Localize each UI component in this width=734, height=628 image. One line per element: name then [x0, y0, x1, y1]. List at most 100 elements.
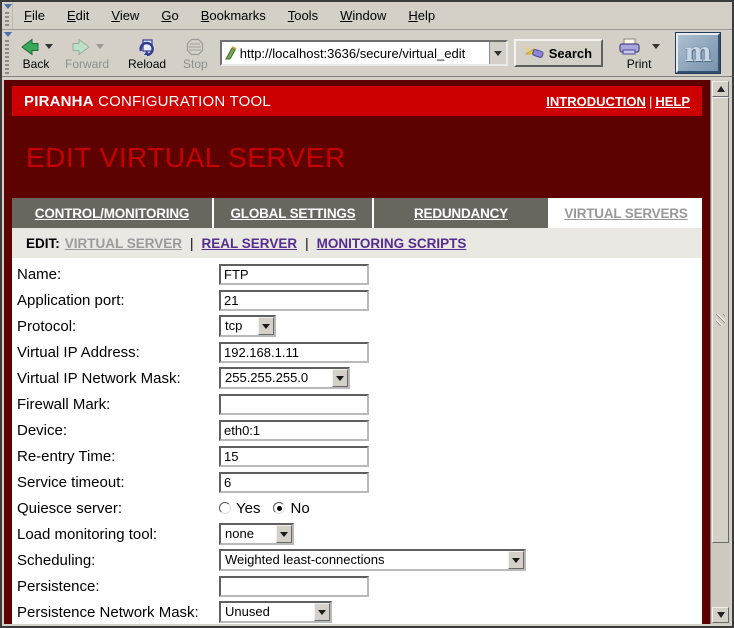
menubar-grip[interactable]	[2, 2, 13, 29]
forward-label: Forward	[65, 58, 109, 71]
scrollbar-thumb[interactable]	[712, 97, 729, 543]
link-separator: |	[646, 94, 655, 109]
form-row: Persistence:	[12, 573, 702, 599]
subnav-separator: |	[297, 236, 317, 251]
subnav-monitoring-scripts-link[interactable]: MONITORING SCRIPTS	[317, 236, 467, 251]
menu-view[interactable]: View	[100, 8, 150, 23]
protocol-select-value: tcp	[221, 317, 258, 335]
stop-label: Stop	[183, 58, 208, 71]
virtual-ip-mask-select[interactable]: 255.255.255.0	[219, 367, 350, 389]
name-input[interactable]	[219, 264, 369, 285]
subnav-virtual-server: VIRTUAL SERVER	[65, 236, 182, 251]
url-page-icon	[224, 46, 237, 60]
tab-control-monitoring[interactable]: CONTROL/MONITORING	[12, 198, 212, 228]
app-title: PIRANHA CONFIGURATION TOOL	[24, 93, 271, 110]
introduction-link[interactable]: INTRODUCTION	[546, 94, 646, 109]
menu-file[interactable]: File	[13, 8, 56, 23]
reentry-time-input[interactable]	[219, 446, 369, 467]
menu-help[interactable]: Help	[397, 8, 446, 23]
menu-tools[interactable]: Tools	[277, 8, 329, 23]
print-icon	[618, 38, 642, 56]
grip-dots-icon	[5, 40, 9, 74]
back-button[interactable]: Back	[14, 34, 58, 73]
form-row: Application port:	[12, 287, 702, 313]
quiesce-radio-group: Yes No	[219, 500, 318, 517]
quiesce-yes-radio[interactable]	[219, 502, 231, 514]
persistence-mask-select[interactable]: Unused	[219, 601, 332, 623]
tab-global-settings[interactable]: GLOBAL SETTINGS	[214, 198, 372, 228]
form-row: Scheduling: Weighted least-connections	[12, 547, 702, 573]
piranha-header-bar: PIRANHA CONFIGURATION TOOL INTRODUCTION|…	[12, 86, 702, 116]
arrow-up-icon	[717, 86, 725, 92]
collapse-arrow-icon	[4, 4, 12, 9]
stop-button[interactable]: Stop	[178, 34, 213, 73]
search-label: Search	[549, 46, 592, 61]
reentry-time-label: Re-entry Time:	[17, 448, 219, 465]
menu-edit[interactable]: Edit	[56, 8, 100, 23]
mozilla-logo-button[interactable]: m	[676, 33, 720, 73]
browser-viewport: PIRANHA CONFIGURATION TOOL INTRODUCTION|…	[4, 80, 730, 624]
print-dropdown-icon[interactable]	[652, 44, 660, 49]
persistence-input[interactable]	[219, 576, 369, 597]
print-button[interactable]: Print	[613, 34, 665, 73]
toolbar-grip[interactable]	[2, 30, 13, 76]
tab-virtual-servers[interactable]: VIRTUAL SERVERS	[550, 198, 702, 228]
scheduling-select[interactable]: Weighted least-connections	[219, 549, 526, 571]
page-title: EDIT VIRTUAL SERVER	[12, 116, 702, 174]
menu-go[interactable]: Go	[150, 8, 189, 23]
virtual-ip-input[interactable]	[219, 342, 369, 363]
mozilla-logo-icon: m	[684, 40, 712, 66]
subnav-real-server-link[interactable]: REAL SERVER	[202, 236, 298, 251]
menu-bar: File Edit View Go Bookmarks Tools Window…	[2, 2, 732, 30]
form-row: Virtual IP Network Mask: 255.255.255.0	[12, 365, 702, 391]
form-row: Quiesce server: Yes No	[12, 495, 702, 521]
load-monitoring-select[interactable]: none	[219, 523, 294, 545]
edit-prefix: EDIT:	[26, 236, 60, 251]
application-port-input[interactable]	[219, 290, 369, 311]
service-timeout-input[interactable]	[219, 472, 369, 493]
help-link[interactable]: HELP	[655, 94, 690, 109]
name-label: Name:	[17, 266, 219, 283]
arrow-down-icon	[717, 612, 725, 618]
menu-bookmarks[interactable]: Bookmarks	[190, 8, 277, 23]
thumb-grip-icon	[716, 314, 725, 326]
vertical-scrollbar[interactable]	[710, 80, 730, 624]
quiesce-yes-label: Yes	[236, 500, 260, 517]
forward-button[interactable]: Forward	[60, 34, 114, 73]
tab-redundancy[interactable]: REDUNDANCY	[374, 198, 548, 228]
forward-dropdown-icon	[96, 44, 104, 49]
form-row: Service timeout:	[12, 469, 702, 495]
device-input[interactable]	[219, 420, 369, 441]
firewall-mark-label: Firewall Mark:	[17, 396, 219, 413]
virtual-ip-label: Virtual IP Address:	[17, 344, 219, 361]
scroll-up-button[interactable]	[712, 81, 729, 97]
menu-window[interactable]: Window	[329, 8, 397, 23]
stop-icon	[186, 38, 204, 56]
quiesce-server-label: Quiesce server:	[17, 500, 219, 517]
navigation-toolbar: Back Forward Reload	[2, 30, 732, 77]
url-history-dropdown[interactable]	[489, 42, 506, 64]
quiesce-no-radio[interactable]	[273, 502, 285, 514]
application-port-label: Application port:	[17, 292, 219, 309]
dropdown-arrow-icon	[332, 369, 348, 387]
virtual-ip-mask-label: Virtual IP Network Mask:	[17, 370, 219, 387]
url-input[interactable]	[240, 46, 489, 61]
virtual-server-form: Name: Application port: Protocol: tcp Vi…	[12, 258, 702, 624]
edit-subnav: EDIT: VIRTUAL SERVER | REAL SERVER | MON…	[12, 228, 702, 258]
scroll-down-button[interactable]	[712, 607, 729, 623]
back-label: Back	[23, 58, 50, 71]
protocol-select[interactable]: tcp	[219, 315, 276, 337]
device-label: Device:	[17, 422, 219, 439]
form-row: Protocol: tcp	[12, 313, 702, 339]
form-row: Name:	[12, 261, 702, 287]
dropdown-arrow-icon	[314, 603, 330, 621]
reload-button[interactable]: Reload	[123, 34, 171, 73]
persistence-mask-label: Persistence Network Mask:	[17, 604, 219, 621]
back-dropdown-icon[interactable]	[45, 44, 53, 49]
main-tabs: CONTROL/MONITORING GLOBAL SETTINGS REDUN…	[12, 198, 702, 228]
dropdown-arrow-icon	[276, 525, 292, 543]
reload-label: Reload	[128, 58, 166, 71]
load-monitoring-label: Load monitoring tool:	[17, 526, 219, 543]
search-button[interactable]: Search	[514, 39, 603, 67]
firewall-mark-input[interactable]	[219, 394, 369, 415]
